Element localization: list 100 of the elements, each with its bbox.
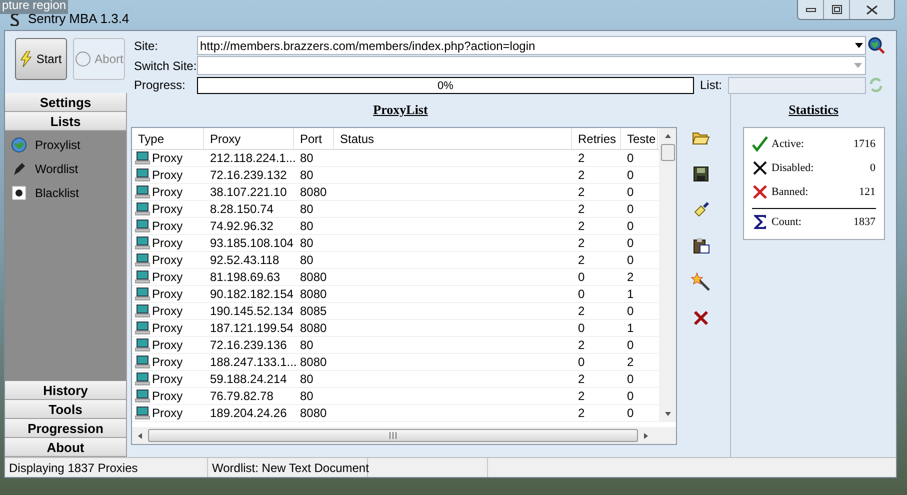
bullet-icon [11,184,27,200]
table-cell-text: 2 [578,252,585,269]
scroll-left-icon[interactable] [136,432,144,440]
column-header[interactable]: Proxy [204,128,294,149]
table-cell-text: 93.185.108.104 [210,235,294,252]
table-cell-text: 2 [578,184,585,201]
sidebar-section-button[interactable]: Lists [5,112,126,131]
sidebar-section-button[interactable]: History [5,381,126,400]
stat-value: 1716 [854,136,876,152]
scroll-thumb[interactable] [660,144,674,161]
table-cell-text: 8085 [300,303,327,320]
table-cell-text: 0 [627,405,634,422]
sidebar-section-button[interactable]: Settings [5,93,126,112]
stat-label: Active: [772,136,804,152]
x-icon [752,160,768,176]
table-cell-text: 188.247.133.1... [210,354,297,371]
site-dropdown[interactable]: http://members.brazzers.com/members/index.php?action=login [197,36,866,55]
table-cell-text: 92.52.43.118 [210,252,280,269]
table-cell-text: 2 [578,371,585,388]
table-cell-text: 72.16.239.136 [210,337,287,354]
computer-icon [135,338,150,352]
table-cell-text: 0 [627,150,634,167]
table-cell-text: 8.28.150.74 [210,201,274,218]
table-cell-text: Proxy [152,269,183,286]
column-header[interactable]: Type [132,128,204,149]
stat-value: 121 [859,184,876,200]
table-cell-text: 76.79.82.78 [210,388,274,405]
table-cell-text: 8080 [300,184,327,201]
table-cell-text: 2 [578,303,585,320]
start-button[interactable]: Start [15,38,67,80]
table-cell-text: 72.16.239.132 [210,167,287,184]
sidebar-section-button[interactable]: Tools [5,400,126,419]
table-cell-text: 0 [627,371,634,388]
switch-site-label: Switch Site: [134,58,197,74]
clipboard-icon[interactable] [691,236,711,256]
table-cell-text: Proxy [152,150,183,167]
table-cell-text: Proxy [152,354,183,371]
globe-search-icon[interactable] [868,37,885,54]
table-cell-text: 0 [627,201,634,218]
table-cell-text: 0 [627,388,634,405]
table-cell-text: 8080 [300,269,327,286]
table-cell-text: Proxy [152,167,183,184]
computer-icon [135,372,150,386]
stat-label: Banned: [772,184,808,200]
table-cell-text: Proxy [152,201,183,218]
sidebar-item[interactable]: Wordlist [11,159,126,178]
table-cell-text: 80 [300,201,314,218]
pen-icon [11,160,27,176]
sigma-icon [752,214,768,230]
column-header[interactable]: Retries [572,128,621,149]
table-cell-text: 8080 [300,286,327,303]
scroll-thumb[interactable] [148,429,638,442]
table-cell-text: 8080 [300,320,327,337]
table-cell-text: 81.198.69.63 [210,269,280,286]
stat-value: 0 [870,160,876,176]
magic-wand-icon[interactable] [691,272,711,292]
lightning-icon [20,51,32,67]
table-cell-text: 80 [300,371,314,388]
table-cell-text: 0 [578,320,585,337]
table-cell-text: 190.145.52.134 [210,303,294,320]
table-cell-text: 80 [300,252,314,269]
sidebar-section-button[interactable]: About [5,438,126,457]
table-cell-text: 2 [578,167,585,184]
switch-site-dropdown[interactable] [197,56,866,75]
scroll-right-icon[interactable] [642,432,650,440]
table-cell-text: 74.92.96.32 [210,218,274,235]
table-cell-text: 0 [627,184,634,201]
progress-label: Progress: [134,77,186,94]
table-cell-text: 80 [300,388,314,405]
table-cell-text: 2 [627,354,634,371]
table-cell-text: Proxy [152,371,183,388]
caret-icon [855,43,863,48]
list-label: List: [700,77,722,94]
status-text: Wordlist: New Text Document [208,458,368,477]
column-header[interactable]: Status [334,128,572,149]
vertical-scrollbar[interactable] [659,128,676,422]
sidebar-section-button[interactable]: Progression [5,419,126,438]
column-header[interactable]: Port [294,128,334,149]
progress-reading: 0% [438,78,454,94]
column-header[interactable]: Teste [621,128,658,149]
sidebar-item[interactable]: Proxylist [11,135,126,154]
computer-icon [135,321,150,335]
close-icon [866,4,878,14]
computer-icon [135,304,150,318]
sidebar-item[interactable]: Blacklist [11,183,126,202]
table-cell-text: 0 [627,167,634,184]
table-cell-text: Proxy [152,218,183,235]
computer-icon [135,202,150,216]
close-icon[interactable] [691,308,711,328]
computer-icon [135,406,150,420]
list-field[interactable] [728,76,866,94]
stat-label: Disabled: [772,160,814,176]
horizontal-scrollbar[interactable] [132,427,676,444]
table-cell-text: 0 [627,218,634,235]
table-cell-text: 2 [578,388,585,405]
table-cell-text: Proxy [152,320,183,337]
capture-label: pture region [0,0,68,14]
computer-icon [135,270,150,284]
grip-icon [389,432,397,439]
status-text: Displaying 1837 Proxies [5,458,208,477]
